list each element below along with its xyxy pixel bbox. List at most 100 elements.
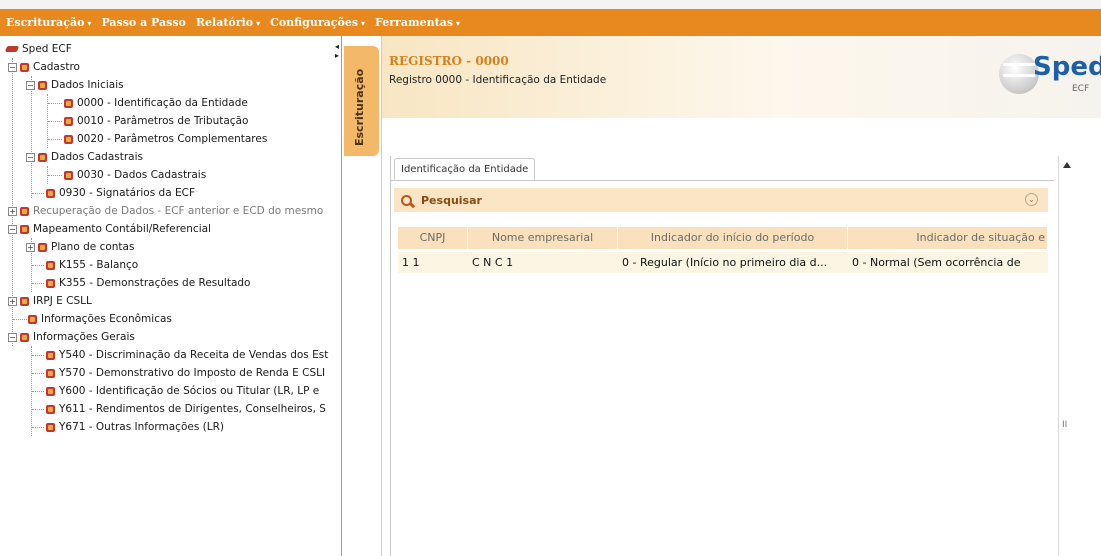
tree-guide xyxy=(48,121,62,122)
folder-icon xyxy=(38,242,47,252)
tree-guide xyxy=(13,319,27,320)
menu-ferramentas[interactable]: Ferramentas ▾ xyxy=(375,16,460,29)
record-icon xyxy=(46,404,55,414)
menu-bar: Escrituração ▾ Passo a Passo Relatório ▾ C… xyxy=(0,9,1101,36)
column-header[interactable]: Indicador de situação e xyxy=(848,227,1048,249)
menu-relatorio[interactable]: Relatório ▾ xyxy=(196,16,260,29)
record-icon xyxy=(28,314,37,324)
tree-guide xyxy=(32,409,44,410)
search-label: Pesquisar xyxy=(421,193,482,207)
record-icon xyxy=(46,260,55,270)
tree-guide xyxy=(32,427,44,428)
collapse-icon[interactable]: − xyxy=(8,332,17,342)
tree-item-mapeamento[interactable]: − Mapeamento Contábil/Referencial xyxy=(8,220,211,238)
window-top-strip xyxy=(0,0,1101,9)
cell-nome-empresarial: C N C 1 xyxy=(472,256,514,269)
folder-icon xyxy=(38,80,47,90)
menu-passo-a-passo[interactable]: Passo a Passo xyxy=(101,16,185,29)
entity-panel xyxy=(390,156,1056,556)
tree-item-dados-iniciais[interactable]: − Dados Iniciais xyxy=(26,76,124,94)
collapse-panel-icon[interactable]: ◂ ▸ xyxy=(335,42,339,60)
chevron-down-circle-icon[interactable]: ⌄ xyxy=(1025,193,1038,206)
column-header[interactable]: Indicador do início do período xyxy=(618,227,848,249)
table-header: CNPJ Nome empresarial Indicador do iníci… xyxy=(398,227,1048,249)
tree-item-0010[interactable]: 0010 - Parâmetros de Tributação xyxy=(64,112,248,130)
search-bar[interactable]: Pesquisar ⌄ xyxy=(394,188,1048,212)
column-header[interactable]: Nome empresarial xyxy=(468,227,618,249)
expand-icon[interactable]: + xyxy=(26,242,35,252)
tab-escrituracao[interactable]: Escrituração xyxy=(344,46,379,156)
expand-icon[interactable]: + xyxy=(8,296,17,306)
tree-item-irpj-csll[interactable]: + IRPJ E CSLL xyxy=(8,292,92,310)
tree-item-dados-cadastrais[interactable]: − Dados Cadastrais xyxy=(26,148,143,166)
record-code: REGISTRO - 0000 xyxy=(389,54,509,68)
tree-guide xyxy=(32,265,44,266)
record-icon xyxy=(64,134,73,144)
record-icon xyxy=(46,350,55,360)
sped-ecf-logo: Sped ECF xyxy=(985,52,1101,102)
expand-icon[interactable]: + xyxy=(8,206,17,216)
collapse-icon[interactable]: − xyxy=(26,80,35,90)
tree-guide xyxy=(48,175,62,176)
tree-guide xyxy=(32,391,44,392)
tree-item-k155[interactable]: K155 - Balanço xyxy=(46,256,138,274)
tree-item-0030[interactable]: 0030 - Dados Cadastrais xyxy=(64,166,206,184)
record-icon xyxy=(46,368,55,378)
tree-item-y540[interactable]: Y540 - Discriminação da Receita de Venda… xyxy=(46,346,328,364)
tree-item-info-gerais[interactable]: − Informações Gerais xyxy=(8,328,135,346)
vertical-scrollbar[interactable]: II xyxy=(1058,156,1074,556)
chevron-down-icon: ▾ xyxy=(87,18,92,28)
record-icon xyxy=(46,188,55,198)
tree-item-y671[interactable]: Y671 - Outras Informações (LR) xyxy=(46,418,224,436)
tree-item-cadastro[interactable]: − Cadastro xyxy=(8,58,80,76)
record-header: REGISTRO - 0000 Registro 0000 - Identifi… xyxy=(382,36,1101,118)
chevron-down-icon: ▾ xyxy=(456,18,461,28)
folder-icon xyxy=(20,332,29,342)
record-icon xyxy=(64,116,73,126)
navigation-tree: ◂ ▸ Sped ECF − Cadastro − Dados Iniciais 00… xyxy=(0,36,342,556)
tree-item-0020[interactable]: 0020 - Parâmetros Complementares xyxy=(64,130,267,148)
tree-item-0000[interactable]: 0000 - Identificação da Entidade xyxy=(64,94,248,112)
scroll-grip-icon[interactable]: II xyxy=(1062,420,1067,430)
tree-guide xyxy=(48,139,62,140)
folder-icon xyxy=(20,62,29,72)
collapse-icon[interactable]: − xyxy=(26,152,35,162)
tree-item-y570[interactable]: Y570 - Demonstrativo do Imposto de Renda… xyxy=(46,364,325,382)
folder-icon xyxy=(20,296,29,306)
tree-item-y600[interactable]: Y600 - Identificação de Sócios ou Titula… xyxy=(46,382,319,400)
record-icon xyxy=(46,278,55,288)
menu-escrituracao[interactable]: Escrituração ▾ xyxy=(6,16,91,29)
search-icon xyxy=(401,194,412,206)
cell-cnpj: 1 1 xyxy=(402,256,420,269)
tree-guide xyxy=(32,283,44,284)
collapse-icon[interactable]: − xyxy=(8,224,17,234)
tree-item-info-economicas[interactable]: Informações Econômicas xyxy=(28,310,172,328)
folder-icon xyxy=(20,224,29,234)
folder-icon xyxy=(20,206,29,216)
tree-guide xyxy=(31,76,32,198)
arrow-up-icon[interactable] xyxy=(1063,162,1071,168)
collapse-icon[interactable]: − xyxy=(8,62,17,72)
tree-item-sped-ecf[interactable]: Sped ECF xyxy=(4,40,72,58)
tree-item-0930[interactable]: 0930 - Signatários da ECF xyxy=(46,184,195,202)
menu-configuracoes[interactable]: Configurações ▾ xyxy=(270,16,365,29)
tree-item-k355[interactable]: K355 - Demonstrações de Resultado xyxy=(46,274,250,292)
tab-identificacao-entidade[interactable]: Identificação da Entidade xyxy=(394,158,536,180)
tree-guide xyxy=(32,373,44,374)
tree-guide xyxy=(32,355,44,356)
cell-indicador-inicio: 0 - Regular (Início no primeiro dia d... xyxy=(622,256,828,269)
tab-divider xyxy=(390,180,1054,181)
tree-item-y611[interactable]: Y611 - Rendimentos de Dirigentes, Consel… xyxy=(46,400,326,418)
table-row[interactable]: 1 1 C N C 1 0 - Regular (Início no prime… xyxy=(398,252,1048,273)
record-icon xyxy=(46,386,55,396)
tree-item-recuperacao[interactable]: + Recuperação de Dados - ECF anterior e E… xyxy=(8,202,323,220)
folder-icon xyxy=(38,152,47,162)
chevron-down-icon: ▾ xyxy=(256,18,261,28)
column-header[interactable]: CNPJ xyxy=(398,227,468,249)
tree-item-plano-de-contas[interactable]: + Plano de contas xyxy=(26,238,134,256)
record-icon xyxy=(64,98,73,108)
tree-guide xyxy=(32,193,44,194)
record-icon xyxy=(46,422,55,432)
record-description: Registro 0000 - Identificação da Entidad… xyxy=(389,74,607,86)
record-icon xyxy=(64,170,73,180)
